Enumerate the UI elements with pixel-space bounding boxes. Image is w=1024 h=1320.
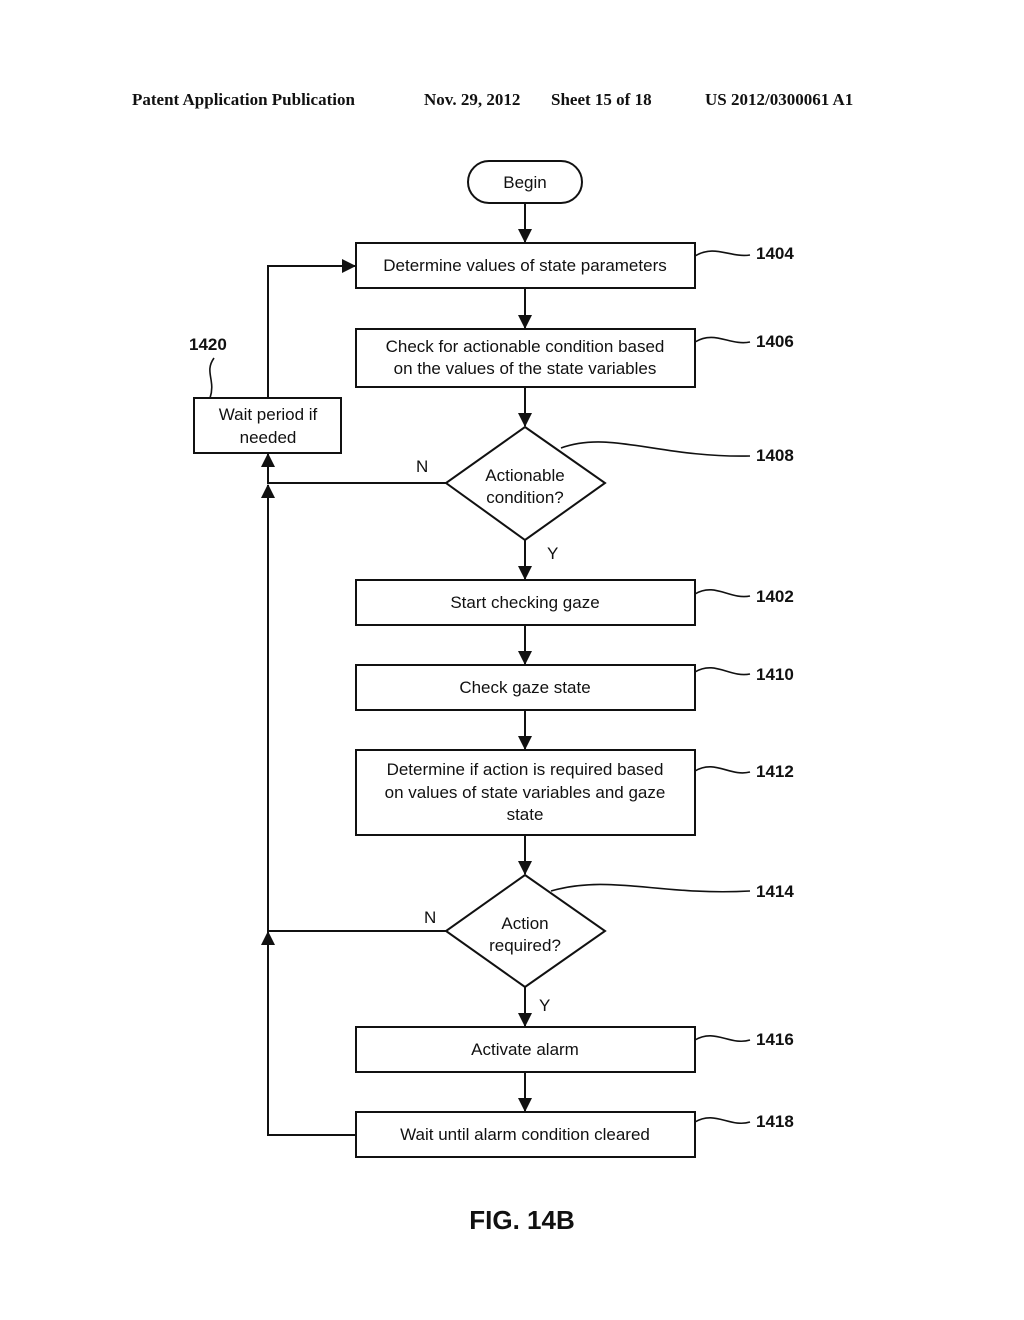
process-1412-label-line3: state bbox=[507, 805, 544, 824]
process-1420: Wait period if needed bbox=[193, 397, 342, 454]
arrow-1418-loop-up bbox=[261, 931, 356, 1136]
ref-1402: 1402 bbox=[756, 587, 794, 606]
decision-1408: Actionable condition? bbox=[444, 425, 607, 542]
process-1418: Wait until alarm condition cleared bbox=[355, 1111, 696, 1158]
process-1418-label: Wait until alarm condition cleared bbox=[400, 1125, 650, 1144]
figure-label: FIG. 14B bbox=[469, 1205, 574, 1235]
decision-1408-label-line2: condition? bbox=[486, 488, 564, 507]
decision-1414-label-line1: Action bbox=[501, 914, 548, 933]
process-1412-label-line2: on values of state variables and gaze bbox=[385, 783, 666, 802]
process-1404: Determine values of state parameters bbox=[355, 242, 696, 289]
leader-1418 bbox=[694, 1117, 751, 1124]
ref-1416: 1416 bbox=[756, 1030, 794, 1049]
leader-1408 bbox=[560, 441, 751, 457]
leader-1416 bbox=[694, 1035, 751, 1042]
leader-1406 bbox=[694, 336, 751, 344]
process-1420-label-line2: needed bbox=[240, 428, 297, 447]
process-1416-label: Activate alarm bbox=[471, 1040, 579, 1059]
process-1406-label-line1: Check for actionable condition based bbox=[386, 337, 665, 356]
arrow-1420-to-1404 bbox=[267, 259, 356, 398]
edge-label-1414-no: N bbox=[424, 908, 436, 927]
process-1420-label-line1: Wait period if bbox=[219, 405, 318, 424]
edge-label-1414-yes: Y bbox=[539, 996, 550, 1015]
begin-terminal: Begin bbox=[467, 160, 583, 204]
ref-1408: 1408 bbox=[756, 446, 794, 465]
process-1406-label-line2: on the values of the state variables bbox=[394, 359, 657, 378]
leader-1412 bbox=[694, 766, 751, 774]
leader-1410 bbox=[694, 667, 751, 676]
process-1416: Activate alarm bbox=[355, 1026, 696, 1073]
decision-1408-label-line1: Actionable bbox=[485, 466, 564, 485]
process-1410: Check gaze state bbox=[355, 664, 696, 711]
process-1404-label: Determine values of state parameters bbox=[383, 256, 666, 275]
process-1402-label: Start checking gaze bbox=[450, 593, 599, 612]
ref-1412: 1412 bbox=[756, 762, 794, 781]
ref-1414: 1414 bbox=[756, 882, 794, 901]
decision-1414: Action required? bbox=[444, 873, 607, 989]
process-1410-label: Check gaze state bbox=[459, 678, 590, 697]
process-1406: Check for actionable condition based on … bbox=[355, 328, 696, 388]
ref-1420: 1420 bbox=[189, 335, 227, 354]
process-1402: Start checking gaze bbox=[355, 579, 696, 626]
edge-label-1408-yes: Y bbox=[547, 544, 558, 563]
flowchart: Begin Determine values of state paramete… bbox=[189, 160, 794, 1235]
edge-label-1408-no: N bbox=[416, 457, 428, 476]
ref-1406: 1406 bbox=[756, 332, 794, 351]
ref-1418: 1418 bbox=[756, 1112, 794, 1131]
leader-1414 bbox=[550, 883, 751, 893]
process-1412-label-line1: Determine if action is required based bbox=[387, 760, 664, 779]
ref-1410: 1410 bbox=[756, 665, 794, 684]
decision-1414-label-line2: required? bbox=[489, 936, 561, 955]
ref-1404: 1404 bbox=[756, 244, 794, 263]
begin-label: Begin bbox=[503, 173, 546, 192]
leader-1404 bbox=[694, 250, 751, 257]
leader-1420 bbox=[209, 357, 215, 399]
leader-1402 bbox=[694, 589, 751, 598]
process-1412: Determine if action is required based on… bbox=[355, 749, 696, 836]
